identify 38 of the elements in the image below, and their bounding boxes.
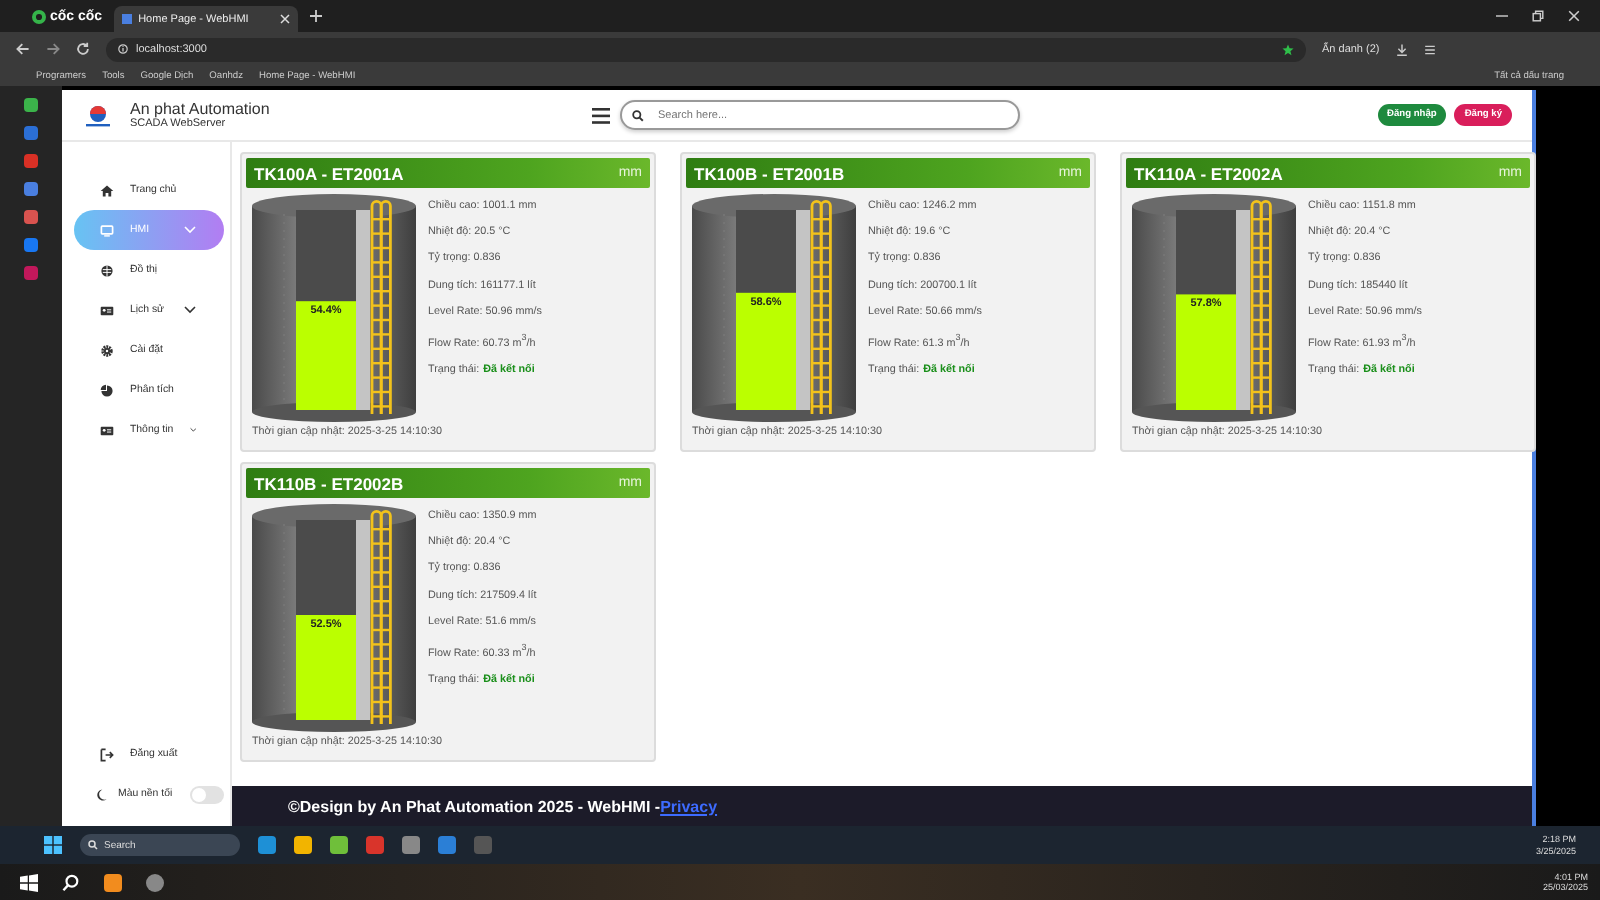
info-icon bbox=[118, 44, 128, 54]
close-icon[interactable] bbox=[280, 14, 291, 24]
privacy-link[interactable]: Privacy bbox=[660, 797, 718, 815]
reload-icon[interactable] bbox=[76, 42, 90, 56]
taskbar-app-icon[interactable] bbox=[104, 873, 122, 891]
taskbar-app-icon[interactable] bbox=[146, 873, 164, 891]
globe-icon bbox=[100, 263, 114, 277]
search-icon[interactable] bbox=[62, 873, 80, 891]
menu-icon[interactable] bbox=[1423, 43, 1436, 55]
close-icon[interactable] bbox=[1568, 10, 1580, 22]
start-icon[interactable] bbox=[44, 836, 62, 854]
app-title: An phat Automation bbox=[130, 100, 270, 118]
tank-title: TK100A - ET2001A bbox=[254, 163, 404, 183]
tank-title: TK110A - ET2002A bbox=[1134, 163, 1283, 183]
pie-chart-icon bbox=[100, 383, 114, 397]
id-card-icon bbox=[100, 423, 114, 437]
search-icon bbox=[88, 840, 98, 850]
moon-icon bbox=[94, 787, 108, 801]
logout-icon bbox=[100, 747, 114, 761]
id-card-icon bbox=[100, 303, 114, 317]
download-icon[interactable] bbox=[1395, 43, 1408, 55]
monitor-icon bbox=[100, 223, 114, 237]
restore-icon[interactable] bbox=[1532, 10, 1544, 22]
tank-title: TK110B - ET2002B bbox=[254, 473, 404, 493]
dark-mode-toggle[interactable] bbox=[190, 785, 224, 803]
minimize-icon[interactable] bbox=[1496, 10, 1508, 22]
home-icon bbox=[100, 183, 114, 197]
footer-text: ©Design by An Phat Automation 2025 - WebHMI -Privacy bbox=[288, 797, 718, 815]
start-icon[interactable] bbox=[20, 873, 38, 891]
tank-title: TK100B - ET2001B bbox=[694, 163, 845, 183]
settings-icon bbox=[100, 343, 114, 357]
forward-icon[interactable] bbox=[46, 42, 60, 56]
star-icon[interactable] bbox=[1282, 43, 1294, 55]
search-icon bbox=[632, 109, 644, 121]
menu-icon[interactable] bbox=[592, 107, 610, 123]
company-logo bbox=[82, 103, 114, 127]
back-icon[interactable] bbox=[16, 42, 30, 56]
new-tab-icon[interactable] bbox=[310, 10, 323, 22]
